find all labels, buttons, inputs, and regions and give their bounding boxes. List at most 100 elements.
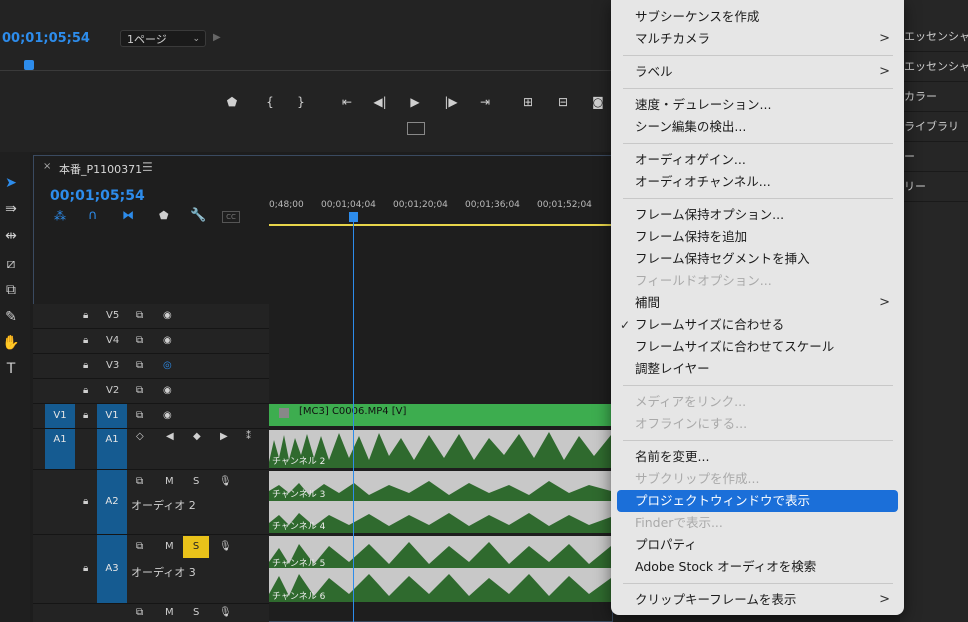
microphone-icon[interactable]: 🎙︎ — [219, 604, 232, 622]
lock-icon[interactable]: 🔒︎ — [83, 490, 88, 514]
sync-lock-icon[interactable]: ⧉ — [136, 304, 143, 328]
lock-icon[interactable]: 🔒︎ — [83, 304, 88, 328]
wrench-icon[interactable]: 🔧 — [190, 208, 206, 223]
panel-tab-library[interactable]: ライブラリ — [900, 112, 968, 142]
sync-lock-icon[interactable]: ⧉ — [136, 354, 143, 378]
monitor-playhead[interactable] — [24, 60, 34, 70]
track-target-v1[interactable]: V1 — [97, 404, 127, 428]
razor-icon[interactable]: ⧄ — [0, 253, 22, 275]
pen-icon[interactable]: ✎ — [0, 306, 22, 328]
panel-tab-6[interactable]: リー — [900, 172, 968, 202]
panel-tab-color[interactable]: カラー — [900, 82, 968, 112]
add-keyframe-icon[interactable]: ◆ — [193, 425, 201, 449]
panel-tab-5[interactable]: ー — [900, 142, 968, 172]
menu-item-audio-gain[interactable]: オーディオゲイン... — [611, 149, 904, 171]
solo-button[interactable]: S — [193, 470, 199, 494]
eye-icon[interactable]: ◉ — [163, 304, 172, 328]
sync-lock-icon[interactable]: ⧉ — [136, 329, 143, 353]
lock-icon[interactable]: 🔒︎ — [83, 329, 88, 353]
audio-clip-a2[interactable]: チャンネル 3 チャンネル 4 — [269, 471, 611, 533]
audio-clip-a1[interactable]: チャンネル 2 — [269, 430, 611, 468]
page-select[interactable]: 1ページ ⌄ — [120, 30, 206, 47]
menu-item-scene-detect[interactable]: シーン編集の検出... — [611, 116, 904, 138]
marker-icon[interactable]: ⬟ — [222, 93, 242, 111]
nest-icon[interactable]: ⁂ — [54, 209, 66, 223]
solo-button-active[interactable]: S — [183, 536, 209, 558]
source-patch-v1[interactable]: V1 — [45, 404, 75, 428]
lift-icon[interactable]: ⊞ — [518, 93, 538, 111]
reset-icon[interactable]: ⁑ — [246, 425, 251, 449]
panel-tab-graphics[interactable]: エッセンシャルグラフィックス — [900, 22, 968, 52]
type-tool-icon[interactable]: T — [0, 358, 22, 380]
sequence-tab[interactable]: 本番_P1100371 — [59, 161, 142, 177]
monitor-scrubber[interactable] — [0, 70, 611, 71]
goto-out-icon[interactable]: ⇥ — [475, 93, 495, 111]
selection-tool-icon[interactable]: ➤ — [0, 172, 22, 194]
track-target-a1[interactable]: A1 — [97, 429, 127, 469]
step-back-icon[interactable]: ◀| — [370, 93, 390, 111]
menu-item-audio-channels[interactable]: オーディオチャンネル... — [611, 171, 904, 193]
extract-icon[interactable]: ⊟ — [553, 93, 573, 111]
sync-lock-icon[interactable]: ⧉ — [136, 604, 143, 622]
timeline-playhead[interactable] — [349, 212, 358, 222]
menu-item-scale-to-frame[interactable]: フレームサイズに合わせてスケール — [611, 336, 904, 358]
menu-item-interpolation[interactable]: 補間 > — [611, 292, 904, 314]
play-icon[interactable]: ▶ — [213, 32, 221, 43]
panel-tab-sound[interactable]: エッセンシャルサウンド — [900, 52, 968, 82]
mute-button[interactable]: M — [165, 535, 174, 559]
solo-button[interactable]: S — [193, 604, 199, 622]
camera-icon[interactable]: ◙ — [588, 93, 608, 111]
add-marker-icon[interactable]: ⬟ — [159, 209, 169, 222]
track-target-a2[interactable]: A2 — [97, 470, 127, 534]
microphone-icon[interactable]: 🎙︎ — [219, 470, 232, 494]
menu-item-multicam[interactable]: マルチカメラ > — [611, 28, 904, 50]
menu-item-add-frame-hold[interactable]: フレーム保持を追加 — [611, 226, 904, 248]
microphone-icon[interactable]: 🎙︎ — [219, 535, 232, 559]
work-area-bar[interactable] — [269, 224, 611, 226]
lock-icon[interactable]: 🔒︎ — [83, 557, 88, 581]
sync-lock-icon[interactable]: ⧉ — [136, 379, 143, 403]
eye-icon[interactable]: ◉ — [163, 329, 172, 353]
goto-in-icon[interactable]: ⇤ — [337, 93, 357, 111]
sync-lock-icon[interactable]: ⧉ — [136, 470, 143, 494]
lock-icon[interactable]: 🔒︎ — [83, 354, 88, 378]
mark-in-icon[interactable]: { — [260, 93, 280, 111]
mark-out-icon[interactable]: } — [291, 93, 311, 111]
sync-lock-icon[interactable]: ⧉ — [136, 535, 143, 559]
menu-item-adjustment-layer[interactable]: 調整レイヤー — [611, 358, 904, 380]
menu-item-fit-frame-size[interactable]: ✓ フレームサイズに合わせる — [611, 314, 904, 336]
captions-icon[interactable]: CC — [222, 211, 240, 223]
audio-clip-a3[interactable]: チャンネル 5 チャンネル 6 — [269, 536, 611, 602]
next-keyframe-icon[interactable]: ▶ — [220, 425, 228, 449]
menu-item-frame-hold-options[interactable]: フレーム保持オプション... — [611, 204, 904, 226]
hand-icon[interactable]: ✋ — [0, 332, 22, 354]
monitor-timecode[interactable]: 00;01;05;54 — [2, 31, 90, 46]
menu-item-adobe-stock-audio[interactable]: Adobe Stock オーディオを検索 — [611, 556, 904, 578]
menu-item-speed-duration[interactable]: 速度・デュレーション... — [611, 94, 904, 116]
video-clip[interactable]: [MC3] C0006.MP4 [V] — [269, 404, 611, 426]
menu-item-rename[interactable]: 名前を変更... — [611, 446, 904, 468]
ripple-edit-icon[interactable]: ⇹ — [0, 225, 22, 247]
eye-hidden-icon[interactable]: ◎ — [163, 354, 172, 378]
snap-icon[interactable]: ∩ — [88, 208, 98, 223]
track-target-a3[interactable]: A3 — [97, 535, 127, 603]
menu-item-insert-frame-hold[interactable]: フレーム保持セグメントを挿入 — [611, 248, 904, 270]
menu-icon[interactable]: ☰ — [142, 160, 153, 174]
source-patch-a1[interactable]: A1 — [45, 429, 75, 469]
mute-button[interactable]: M — [165, 604, 174, 622]
eye-icon[interactable]: ◉ — [163, 379, 172, 403]
linked-selection-icon[interactable]: ⧓ — [122, 208, 134, 222]
lock-icon[interactable]: 🔒︎ — [83, 404, 88, 428]
lock-icon[interactable]: 🔒︎ — [83, 379, 88, 403]
menu-item-reveal-in-project[interactable]: プロジェクトウィンドウで表示 — [617, 490, 898, 512]
step-forward-icon[interactable]: |▶ — [441, 93, 461, 111]
safe-margins-icon[interactable] — [407, 122, 425, 135]
menu-item-show-clip-keyframes[interactable]: クリップキーフレームを表示 > — [611, 589, 904, 611]
menu-item-properties[interactable]: プロパティ — [611, 534, 904, 556]
prev-keyframe-icon[interactable]: ◀ — [166, 425, 174, 449]
play-button-icon[interactable]: ▶ — [405, 93, 425, 111]
time-ruler[interactable]: 0;48;00 00;01;04;04 00;01;20;04 00;01;36… — [269, 190, 611, 226]
mute-button[interactable]: M — [165, 470, 174, 494]
menu-item-create-subsequence[interactable]: サブシーケンスを作成 — [611, 6, 904, 28]
menu-item-label-submenu[interactable]: ラベル > — [611, 61, 904, 83]
